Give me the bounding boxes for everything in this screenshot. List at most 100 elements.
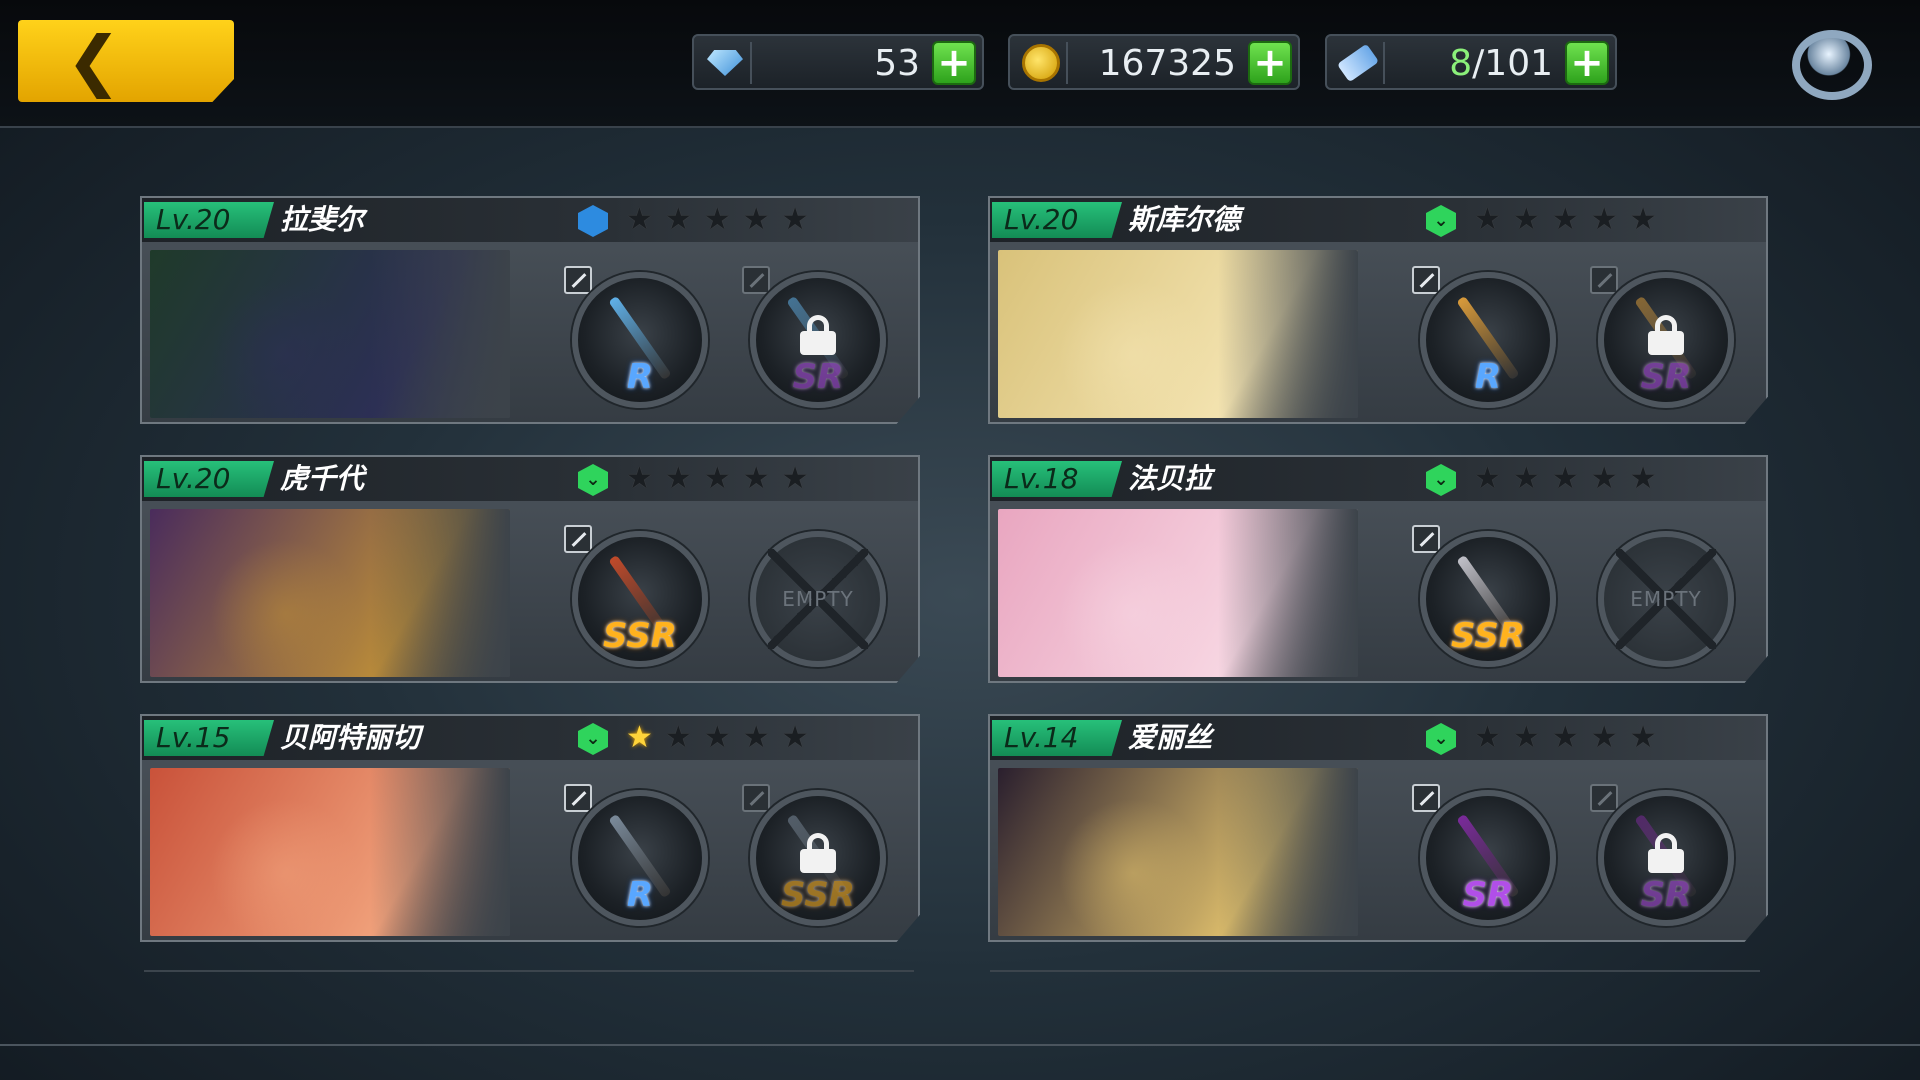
rank-hexagon-icon: ⌄ [1424,204,1458,238]
edit-icon[interactable] [564,525,592,553]
star-empty-icon: ★ [742,720,770,755]
rarity-label: SR [1462,875,1514,915]
equipment-slot-empty[interactable]: EMPTY [750,531,886,667]
star-empty-icon: ★ [742,461,770,496]
equipment-slot[interactable]: SSR [1420,531,1556,667]
character-name: 虎千代 [280,462,365,495]
star-empty-icon: ★ [1551,461,1579,496]
rarity-label: SR [1640,357,1692,397]
edit-icon [742,266,770,294]
character-card[interactable]: Lv.20 虎千代 ⌄ ★ ★ ★ ★ ★ SSR EMPTY [140,455,920,683]
equipment-slot[interactable]: R [1420,272,1556,408]
character-card[interactable]: Lv.15 贝阿特丽切 ⌄ ★ ★ ★ ★ ★ R SSR [140,714,920,942]
character-name: 贝阿特丽切 [280,721,421,754]
star-empty-icon: ★ [781,720,809,755]
level-badge: Lv.15 [144,720,274,756]
ticket-icon [1333,42,1385,84]
star-rating: ★ ★ ★ ★ ★ [1474,463,1657,495]
divider-left [144,970,914,972]
rank-hexagon-icon [576,204,610,238]
rarity-label: SSR [603,616,677,656]
star-empty-icon: ★ [1590,720,1618,755]
edit-icon[interactable] [564,784,592,812]
star-rating: ★ ★ ★ ★ ★ [626,204,809,236]
rank-hexagon-icon: ⌄ [1424,463,1458,497]
star-empty-icon: ★ [1551,202,1579,237]
character-card[interactable]: Lv.20 斯库尔德 ⌄ ★ ★ ★ ★ ★ R SR [988,196,1768,424]
edit-icon[interactable] [1412,266,1440,294]
chevron-left-icon: ❮ [66,22,122,99]
star-empty-icon: ★ [703,720,731,755]
star-empty-icon: ★ [1590,461,1618,496]
star-empty-icon: ★ [1629,461,1657,496]
equipment-slot-locked[interactable]: SR [750,272,886,408]
gold-value: 167325 [1098,43,1236,84]
edit-icon [1590,784,1618,812]
coin-icon [1016,42,1068,84]
equipment-slot-empty[interactable]: EMPTY [1598,531,1734,667]
level-badge: Lv.14 [992,720,1122,756]
edit-icon[interactable] [564,266,592,294]
star-empty-icon: ★ [703,461,731,496]
character-name: 法贝拉 [1128,462,1213,495]
rarity-label: SSR [781,875,855,915]
rarity-label: SSR [1451,616,1525,656]
level-badge: Lv.20 [144,461,274,497]
empty-label: EMPTY [782,587,854,611]
back-button[interactable]: ❮ [18,20,234,102]
character-card[interactable]: Lv.18 法贝拉 ⌄ ★ ★ ★ ★ ★ SSR EMPTY [988,455,1768,683]
star-empty-icon: ★ [664,720,692,755]
ticket-current: 8 [1449,43,1473,84]
character-name: 斯库尔德 [1128,203,1241,236]
level-badge: Lv.20 [992,202,1122,238]
star-empty-icon: ★ [626,202,653,237]
edit-icon[interactable] [1412,784,1440,812]
lock-icon [800,833,836,874]
card-header: Lv.20 虎千代 ⌄ ★ ★ ★ ★ ★ [142,457,918,501]
star-empty-icon: ★ [703,202,731,237]
rarity-label: SR [792,357,844,397]
bottom-divider [0,1044,1920,1046]
star-empty-icon: ★ [1512,202,1540,237]
add-tickets-button[interactable]: + [1565,41,1609,85]
star-empty-icon: ★ [1512,720,1540,755]
edit-icon[interactable] [1412,525,1440,553]
card-header: Lv.20 斯库尔德 ⌄ ★ ★ ★ ★ ★ [990,198,1766,242]
equipment-slot-locked[interactable]: SR [1598,790,1734,926]
star-empty-icon: ★ [664,461,692,496]
character-name: 拉斐尔 [280,203,365,236]
character-name: 爱丽丝 [1128,721,1213,754]
equipment-slot[interactable]: R [572,790,708,926]
empty-label: EMPTY [1630,587,1702,611]
star-empty-icon: ★ [1629,720,1657,755]
rank-hexagon-icon: ⌄ [576,463,610,497]
add-gold-button[interactable]: + [1248,41,1292,85]
star-empty-icon: ★ [664,202,692,237]
ring-icon[interactable] [1792,30,1872,100]
card-header: Lv.18 法贝拉 ⌄ ★ ★ ★ ★ ★ [990,457,1766,501]
card-header: Lv.15 贝阿特丽切 ⌄ ★ ★ ★ ★ ★ [142,716,918,760]
add-diamonds-button[interactable]: + [932,41,976,85]
star-filled-icon: ★ [626,720,653,755]
star-rating: ★ ★ ★ ★ ★ [626,722,809,754]
equipment-slot[interactable]: R [572,272,708,408]
equipment-slot-locked[interactable]: SSR [750,790,886,926]
equipment-slot-locked[interactable]: SR [1598,272,1734,408]
star-rating: ★ ★ ★ ★ ★ [1474,204,1657,236]
card-header: Lv.14 爱丽丝 ⌄ ★ ★ ★ ★ ★ [990,716,1766,760]
card-header: Lv.20 拉斐尔 ★ ★ ★ ★ ★ [142,198,918,242]
rarity-label: R [1474,357,1502,397]
ticket-counter: 8/101 + [1325,34,1617,90]
equipment-slot[interactable]: SSR [572,531,708,667]
rank-hexagon-icon: ⌄ [576,722,610,756]
star-empty-icon: ★ [1474,720,1501,755]
star-rating: ★ ★ ★ ★ ★ [626,463,809,495]
character-card[interactable]: Lv.20 拉斐尔 ★ ★ ★ ★ ★ R SR [140,196,920,424]
divider-right [990,970,1760,972]
character-card[interactable]: Lv.14 爱丽丝 ⌄ ★ ★ ★ ★ ★ SR SR [988,714,1768,942]
equipment-slot[interactable]: SR [1420,790,1556,926]
diamond-value: 53 [874,43,920,84]
level-badge: Lv.18 [992,461,1122,497]
star-empty-icon: ★ [781,461,809,496]
star-empty-icon: ★ [781,202,809,237]
